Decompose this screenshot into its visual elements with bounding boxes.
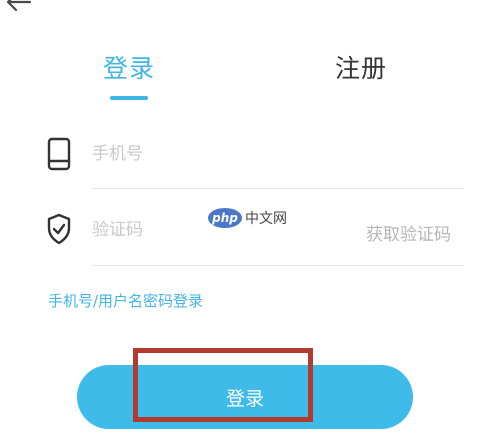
- phone-field-divider: [92, 188, 464, 189]
- tab-login[interactable]: 登录: [103, 54, 155, 84]
- tab-register[interactable]: 注册: [335, 54, 387, 84]
- active-tab-indicator: [110, 96, 148, 100]
- code-field-divider: [92, 265, 464, 266]
- watermark-logo: php: [208, 208, 242, 228]
- phone-input[interactable]: [92, 140, 452, 168]
- phone-icon: [47, 137, 71, 171]
- shield-check-icon: [47, 213, 71, 245]
- password-login-link[interactable]: 手机号/用户名密码登录: [48, 290, 203, 311]
- back-arrow-icon[interactable]: [4, 0, 34, 14]
- watermark-text: 中文网: [245, 211, 287, 227]
- login-button[interactable]: 登录: [77, 365, 413, 429]
- get-code-button[interactable]: 获取验证码: [366, 220, 451, 245]
- watermark: php 中文网: [208, 207, 287, 229]
